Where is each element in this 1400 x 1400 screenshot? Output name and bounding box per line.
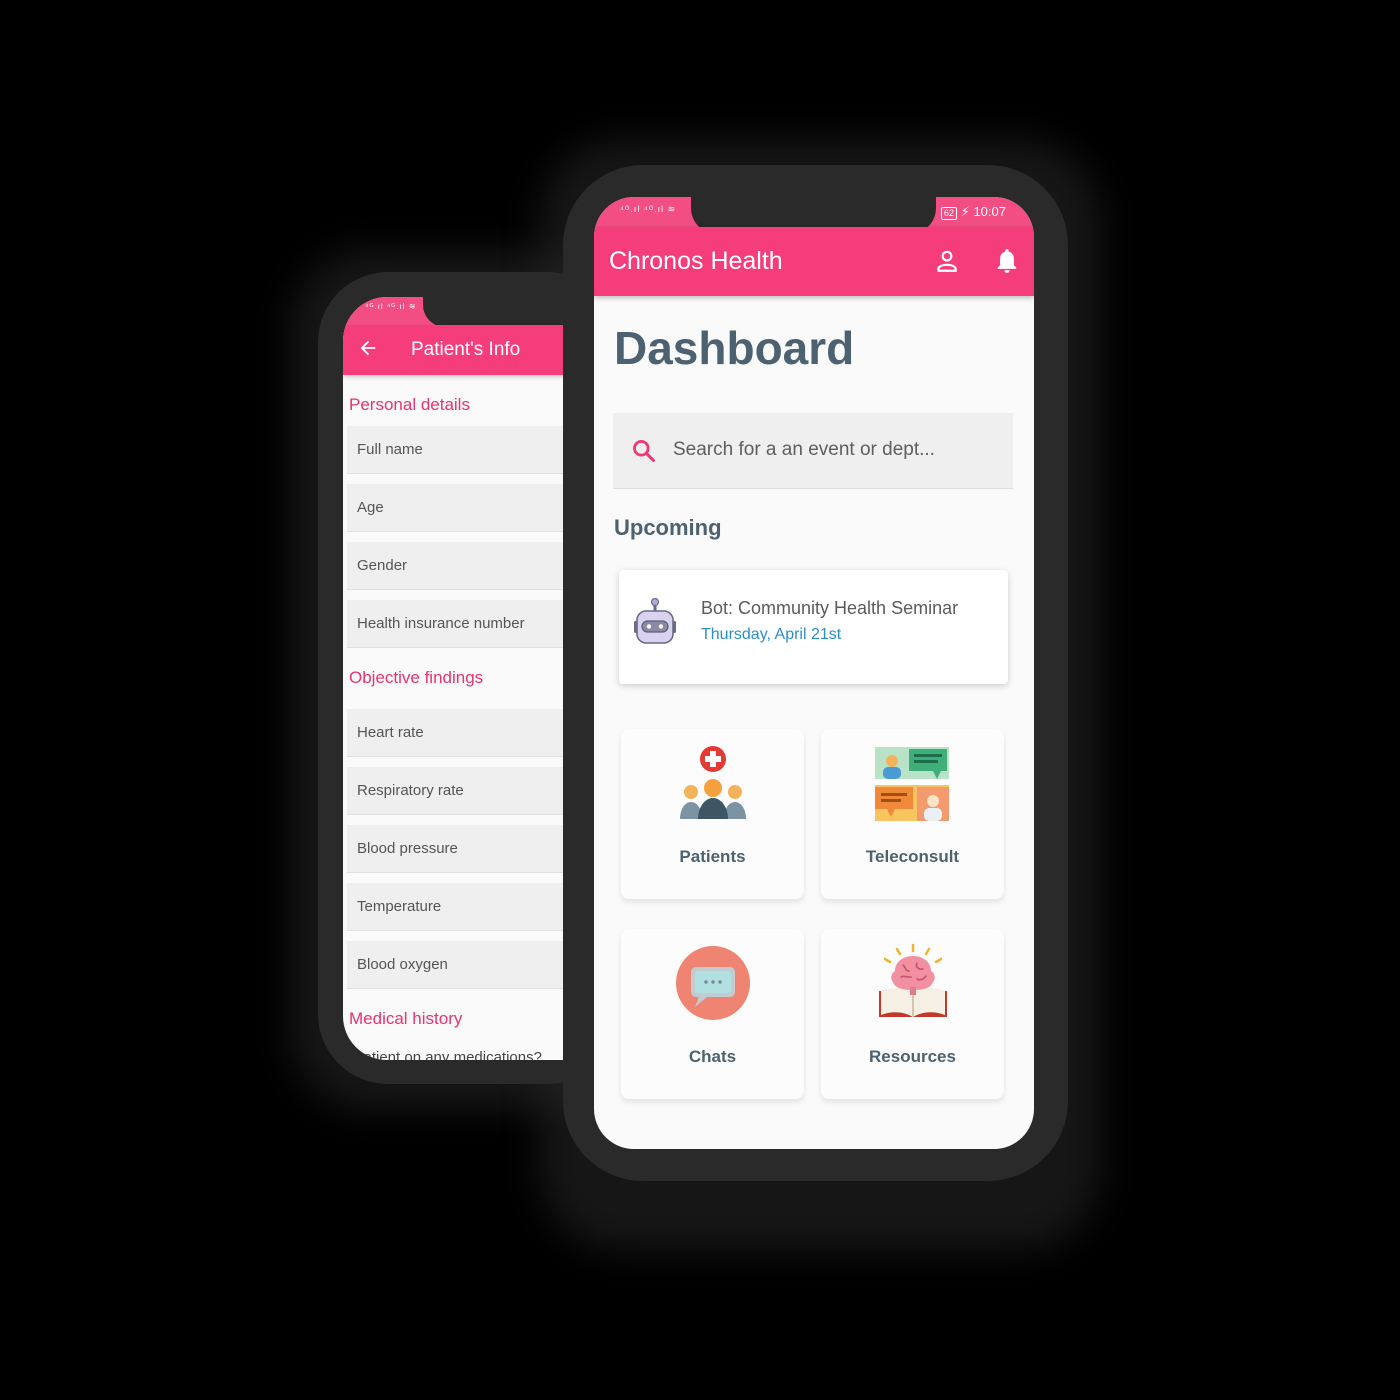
section-label-medical-history: Medical history bbox=[349, 1009, 463, 1028]
search-placeholder: Search for a an event or dept... bbox=[673, 439, 935, 460]
chats-tile[interactable]: Chats bbox=[621, 929, 804, 1099]
search-icon bbox=[633, 440, 655, 462]
respiratory-rate-field[interactable]: Respiratory rate bbox=[347, 767, 564, 815]
section-label-objective-findings: Objective findings bbox=[349, 668, 484, 687]
event-title: Bot: Community Health Seminar bbox=[701, 598, 959, 618]
app-bar: Chronos Health bbox=[594, 227, 1034, 296]
back-arrow-icon[interactable] bbox=[357, 337, 379, 359]
age-field[interactable]: Age bbox=[347, 484, 564, 532]
charging-icon: ⚡ bbox=[960, 204, 970, 219]
notification-bell-icon[interactable] bbox=[994, 247, 1020, 275]
teleconsult-label: Teleconsult bbox=[865, 847, 960, 866]
patients-icon bbox=[679, 746, 746, 819]
patients-info-screen: ⁴ᴳ.ıl ⁴ᴳ.ıl ≋ Patient's Info Personal de… bbox=[343, 297, 564, 1060]
resources-label: Resources bbox=[869, 1047, 956, 1066]
teleconsult-tile[interactable]: Teleconsult bbox=[821, 729, 1004, 899]
status-right: 62 ⚡ 10:07 bbox=[941, 204, 1006, 220]
blood-pressure-field[interactable]: Blood pressure bbox=[347, 825, 564, 873]
battery-icon: 62 bbox=[941, 207, 958, 220]
gender-field[interactable]: Gender bbox=[347, 542, 564, 590]
heart-rate-field[interactable]: Heart rate bbox=[347, 709, 564, 757]
patients-tile[interactable]: Patients bbox=[621, 729, 804, 899]
notch bbox=[423, 297, 564, 327]
app-bar: Patient's Info bbox=[343, 325, 564, 375]
search-input[interactable]: Search for a an event or dept... bbox=[613, 413, 1013, 489]
section-label-personal-details: Personal details bbox=[349, 395, 470, 414]
teleconsult-icon bbox=[874, 747, 949, 821]
event-card[interactable]: Bot: Community Health Seminar Thursday, … bbox=[619, 570, 1008, 684]
dashboard-title: Dashboard bbox=[614, 322, 855, 374]
chats-label: Chats bbox=[688, 1047, 737, 1066]
full-name-field[interactable]: Full name bbox=[347, 426, 564, 474]
chats-icon bbox=[675, 946, 750, 1020]
profile-icon[interactable] bbox=[934, 248, 960, 274]
upcoming-heading: Upcoming bbox=[614, 515, 722, 540]
event-date: Thursday, April 21st bbox=[701, 626, 842, 643]
clock: 10:07 bbox=[973, 204, 1006, 219]
robot-icon bbox=[634, 597, 676, 644]
signal-icons: ⁴ᴳ.ıl ⁴ᴳ.ıl ≋ bbox=[365, 302, 417, 311]
resources-icon bbox=[878, 943, 947, 1017]
temperature-field[interactable]: Temperature bbox=[347, 883, 564, 931]
resources-tile[interactable]: Resources bbox=[821, 929, 1004, 1099]
page-title: Patient's Info bbox=[411, 339, 521, 360]
app-title: Chronos Health bbox=[609, 247, 783, 275]
dashboard-screen: ⁴ᴳ.ıl ⁴ᴳ.ıl ≋ 62 ⚡ 10:07 Chronos Health … bbox=[594, 197, 1034, 1149]
patients-label: Patients bbox=[679, 847, 746, 866]
medications-question: ...atient on any medications? bbox=[351, 1049, 542, 1060]
signal-icons: ⁴ᴳ.ıl ⁴ᴳ.ıl ≋ bbox=[620, 204, 677, 214]
health-insurance-number-field[interactable]: Health insurance number bbox=[347, 600, 564, 648]
blood-oxygen-field[interactable]: Blood oxygen bbox=[347, 941, 564, 989]
